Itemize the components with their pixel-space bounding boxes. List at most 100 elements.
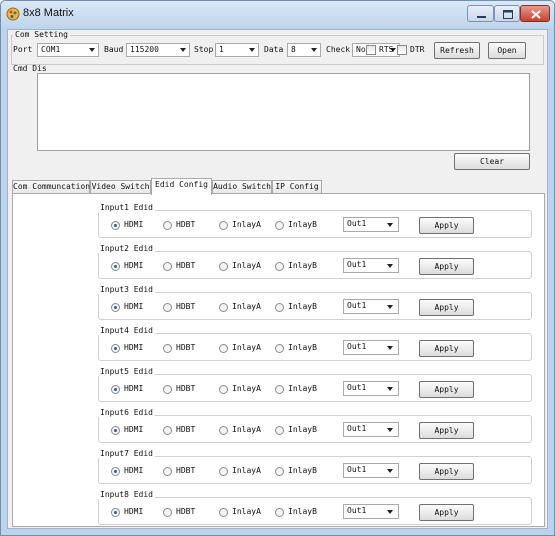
radio-hdbt[interactable] [163,344,172,353]
radio-inlaya[interactable] [219,221,228,230]
output-value: Out1 [347,260,367,269]
radio-inlayb[interactable] [275,221,284,230]
output-select[interactable]: Out1 [343,217,399,232]
radio-label-inlaya: InlayA [232,302,261,311]
title-bar[interactable]: 8x8 Matrix [1,1,554,28]
window-title: 8x8 Matrix [23,7,74,19]
radio-hdmi[interactable] [111,221,120,230]
edid-row: Input3 Edid HDMI HDBT InlayA InlayB Out1 Apply [98,285,532,320]
main-window: 8x8 Matrix Com Setting Port COM1 Baud 11… [0,0,555,536]
radio-label-inlayb: InlayB [288,384,317,393]
radio-inlayb[interactable] [275,344,284,353]
apply-button[interactable]: Apply [419,258,474,275]
tab-video-switch[interactable]: Video Switch [90,180,151,194]
radio-inlayb[interactable] [275,262,284,271]
edid-row-title: Input5 Edid [98,367,155,376]
radio-hdbt[interactable] [163,303,172,312]
cmd-display-area[interactable] [37,73,530,151]
clear-button[interactable]: Clear [454,153,530,170]
radio-inlaya[interactable] [219,303,228,312]
edid-row: Input2 Edid HDMI HDBT InlayA InlayB Out1 Apply [98,244,532,279]
apply-button[interactable]: Apply [419,340,474,357]
output-select[interactable]: Out1 [343,340,399,355]
radio-inlaya[interactable] [219,262,228,271]
radio-label-inlaya: InlayA [232,507,261,516]
baud-select[interactable]: 115200 [126,43,190,57]
rts-checkbox[interactable] [366,45,376,55]
radio-hdbt[interactable] [163,467,172,476]
edid-row: Input8 Edid HDMI HDBT InlayA InlayB Out1 Apply [98,490,532,525]
radio-inlaya[interactable] [219,344,228,353]
output-select[interactable]: Out1 [343,299,399,314]
radio-hdbt[interactable] [163,262,172,271]
stop-select[interactable]: 1 [215,43,259,57]
radio-label-hdbt: HDBT [176,425,196,434]
radio-inlayb[interactable] [275,508,284,517]
radio-label-inlayb: InlayB [288,302,317,311]
refresh-button[interactable]: Refresh [434,42,480,59]
radio-hdmi[interactable] [111,262,120,271]
radio-label-hdbt: HDBT [176,466,196,475]
radio-label-hdmi: HDMI [124,220,144,229]
radio-hdmi[interactable] [111,385,120,394]
radio-hdbt[interactable] [163,426,172,435]
radio-inlayb[interactable] [275,385,284,394]
apply-button[interactable]: Apply [419,504,474,521]
chevron-down-icon [387,223,393,227]
radio-inlayb[interactable] [275,467,284,476]
radio-inlayb[interactable] [275,426,284,435]
port-value: COM1 [41,45,61,54]
radio-hdbt[interactable] [163,221,172,230]
maximize-button[interactable] [494,5,520,22]
output-select[interactable]: Out1 [343,504,399,519]
apply-button[interactable]: Apply [419,299,474,316]
radio-label-hdmi: HDMI [124,425,144,434]
apply-button[interactable]: Apply [419,422,474,439]
edid-config-panel: Input1 Edid HDMI HDBT InlayA InlayB Out1 Apply… [12,193,545,527]
radio-hdmi[interactable] [111,344,120,353]
edid-row-title: Input4 Edid [98,326,155,335]
radio-label-hdbt: HDBT [176,302,196,311]
open-button[interactable]: Open [488,42,526,59]
tab-audio-switch[interactable]: Audio Switch [212,180,272,194]
check-label: Check [326,45,351,54]
output-select[interactable]: Out1 [343,422,399,437]
edid-row-title: Input3 Edid [98,285,155,294]
radio-label-hdbt: HDBT [176,220,196,229]
chevron-down-icon [311,48,317,52]
radio-hdmi[interactable] [111,508,120,517]
radio-inlaya[interactable] [219,467,228,476]
radio-inlaya[interactable] [219,385,228,394]
radio-inlaya[interactable] [219,508,228,517]
radio-hdbt[interactable] [163,508,172,517]
apply-button[interactable]: Apply [419,217,474,234]
edid-row: Input6 Edid HDMI HDBT InlayA InlayB Out1 Apply [98,408,532,443]
rts-label: RTS [379,45,394,54]
radio-inlayb[interactable] [275,303,284,312]
output-value: Out1 [347,506,367,515]
chevron-down-icon [387,346,393,350]
output-select[interactable]: Out1 [343,381,399,396]
radio-hdmi[interactable] [111,303,120,312]
radio-inlaya[interactable] [219,426,228,435]
radio-hdmi[interactable] [111,467,120,476]
tab-com-communcation[interactable]: Com Communcation [12,180,90,194]
radio-hdmi[interactable] [111,426,120,435]
output-select[interactable]: Out1 [343,463,399,478]
apply-button[interactable]: Apply [419,381,474,398]
radio-label-inlayb: InlayB [288,220,317,229]
output-value: Out1 [347,342,367,351]
radio-hdbt[interactable] [163,385,172,394]
apply-button[interactable]: Apply [419,463,474,480]
baud-value: 115200 [130,45,159,54]
output-select[interactable]: Out1 [343,258,399,273]
output-value: Out1 [347,219,367,228]
tab-ip-config[interactable]: IP Config [272,180,322,194]
close-button[interactable] [520,5,550,22]
minimize-button[interactable] [467,5,494,22]
port-select[interactable]: COM1 [37,43,99,57]
dtr-checkbox[interactable] [397,45,407,55]
radio-label-inlaya: InlayA [232,425,261,434]
tab-edid-config[interactable]: Edid Config [151,178,212,195]
data-select[interactable]: 8 [287,43,321,57]
